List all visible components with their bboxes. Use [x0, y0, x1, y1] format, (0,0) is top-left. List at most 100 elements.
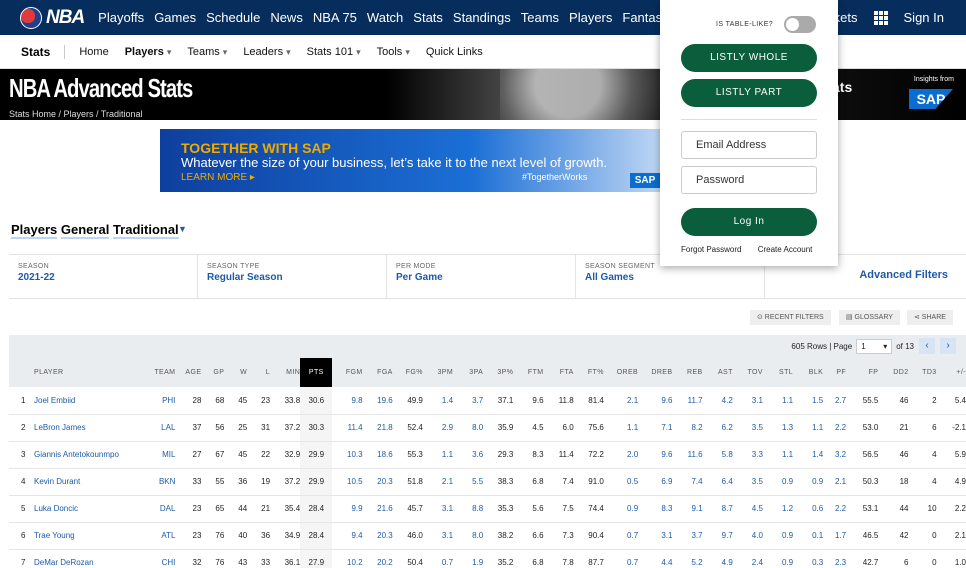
- page-select[interactable]: 1 ▾: [856, 338, 893, 354]
- prev-page-button[interactable]: ‹: [919, 338, 935, 354]
- stat-cell-3pa[interactable]: 3.7: [453, 387, 484, 415]
- column-header-fg-[interactable]: FG%: [393, 358, 423, 387]
- subnav-item-leaders[interactable]: Leaders ▾: [243, 46, 290, 58]
- stat-cell-oreb[interactable]: 0.9: [603, 495, 639, 523]
- apps-grid-icon[interactable]: [873, 10, 888, 25]
- share-button[interactable]: ⋖ SHARE: [907, 310, 953, 325]
- stat-cell-tov[interactable]: 3.5: [732, 414, 763, 442]
- stat-cell-team[interactable]: BKN: [141, 468, 176, 496]
- stat-cell-fga[interactable]: 20.3: [362, 522, 393, 550]
- top-nav-item-schedule[interactable]: Schedule: [206, 10, 260, 25]
- stat-cell-ast[interactable]: 6.4: [702, 468, 733, 496]
- stat-cell-oreb[interactable]: 0.7: [603, 549, 639, 568]
- stat-cell-reb[interactable]: 11.7: [672, 387, 703, 415]
- top-nav-item-nba-75[interactable]: NBA 75: [313, 10, 357, 25]
- stat-cell-blk[interactable]: 0.9: [793, 468, 824, 496]
- subnav-item-tools[interactable]: Tools ▾: [377, 46, 410, 58]
- stat-cell-fgm[interactable]: 11.4: [332, 414, 363, 442]
- stat-cell-ast[interactable]: 9.7: [702, 522, 733, 550]
- player-name-link[interactable]: LeBron James: [34, 423, 86, 432]
- stat-cell-pf[interactable]: 2.3: [823, 549, 847, 568]
- stat-cell-reb[interactable]: 9.1: [672, 495, 703, 523]
- stats-brand[interactable]: Stats: [21, 44, 66, 59]
- stat-cell-stl[interactable]: 0.9: [762, 549, 794, 568]
- stat-cell-ast[interactable]: 4.2: [702, 387, 733, 415]
- stat-cell-3pm[interactable]: 2.9: [422, 414, 454, 442]
- column-header-gp[interactable]: GP: [201, 358, 224, 387]
- listly-whole-button[interactable]: LISTLY WHOLE: [681, 44, 817, 72]
- sap-ad[interactable]: TOGETHER WITH SAP Whatever the size of y…: [160, 129, 680, 192]
- stat-cell-3pm[interactable]: 0.7: [422, 549, 454, 568]
- column-header-min[interactable]: MIN: [270, 358, 300, 387]
- stat-cell-oreb[interactable]: 2.0: [603, 441, 639, 469]
- subnav-item-players[interactable]: Players ▾: [125, 46, 172, 58]
- player-name-link[interactable]: Luka Doncic: [34, 504, 78, 513]
- stat-cell-fga[interactable]: 20.2: [362, 549, 393, 568]
- stat-cell-ast[interactable]: 4.9: [702, 549, 733, 568]
- column-header-w[interactable]: W: [224, 358, 247, 387]
- column-header-team[interactable]: TEAM: [141, 358, 175, 387]
- sign-in-link[interactable]: Sign In: [904, 10, 944, 25]
- stat-cell-dreb[interactable]: 9.6: [638, 441, 673, 469]
- column-header-stl[interactable]: STL: [763, 358, 793, 387]
- column-header-player[interactable]: PLAYER: [9, 358, 141, 387]
- recent-filters-button[interactable]: ⊙ RECENT FILTERS: [750, 310, 831, 325]
- subnav-item-home[interactable]: Home: [79, 46, 108, 58]
- column-header-td3[interactable]: TD3: [909, 358, 937, 387]
- stat-cell-team[interactable]: CHI: [141, 549, 176, 568]
- title-dropdown-caret-icon[interactable]: ▼: [178, 224, 187, 234]
- top-nav-item-games[interactable]: Games: [154, 10, 196, 25]
- column-header-fta[interactable]: FTA: [544, 358, 574, 387]
- stat-cell-3pa[interactable]: 5.5: [453, 468, 484, 496]
- stat-cell-team[interactable]: ATL: [141, 522, 176, 550]
- stat-cell-pf[interactable]: 3.2: [823, 441, 847, 469]
- top-nav-item-standings[interactable]: Standings: [453, 10, 511, 25]
- stat-cell-3pa[interactable]: 8.0: [453, 522, 484, 550]
- forgot-password-link[interactable]: Forgot Password: [681, 245, 741, 254]
- player-name-link[interactable]: DeMar DeRozan: [34, 558, 94, 567]
- ad-learn-more[interactable]: LEARN MORE ▸: [181, 172, 255, 183]
- player-name-link[interactable]: Giannis Antetokounmpo: [34, 450, 119, 459]
- stat-cell-pf[interactable]: 2.1: [823, 468, 847, 496]
- column-header-l[interactable]: L: [247, 358, 270, 387]
- stat-cell-fgm[interactable]: 9.9: [332, 495, 363, 523]
- top-nav-item-news[interactable]: News: [270, 10, 303, 25]
- listly-part-button[interactable]: LISTLY PART: [681, 79, 817, 107]
- stat-cell-oreb[interactable]: 0.5: [603, 468, 639, 496]
- stat-cell-dreb[interactable]: 9.6: [638, 387, 673, 415]
- breadcrumb[interactable]: Stats Home / Players / Traditional: [9, 109, 143, 119]
- stat-cell-reb[interactable]: 5.2: [672, 549, 703, 568]
- column-header-blk[interactable]: BLK: [793, 358, 823, 387]
- stat-cell-reb[interactable]: 3.7: [672, 522, 703, 550]
- stat-cell-tov[interactable]: 3.1: [732, 387, 763, 415]
- stat-cell-3pm[interactable]: 3.1: [422, 495, 454, 523]
- stat-cell-blk[interactable]: 1.1: [793, 414, 824, 442]
- stat-cell-pf[interactable]: 2.2: [823, 495, 847, 523]
- stat-cell-oreb[interactable]: 2.1: [603, 387, 639, 415]
- stat-cell-fgm[interactable]: 9.4: [332, 522, 363, 550]
- stat-cell-team[interactable]: PHI: [141, 387, 176, 415]
- column-header-fp[interactable]: FP: [846, 358, 878, 387]
- column-header-age[interactable]: AGE: [175, 358, 201, 387]
- stat-cell-fgm[interactable]: 10.3: [332, 441, 363, 469]
- stat-cell-ast[interactable]: 8.7: [702, 495, 733, 523]
- top-nav-item-teams[interactable]: Teams: [521, 10, 559, 25]
- subnav-item-stats-101[interactable]: Stats 101 ▾: [307, 46, 361, 58]
- subnav-item-teams[interactable]: Teams ▾: [187, 46, 227, 58]
- stat-cell-blk[interactable]: 0.3: [793, 549, 824, 568]
- stat-cell-ast[interactable]: 6.2: [702, 414, 733, 442]
- stat-cell-stl[interactable]: 1.3: [762, 414, 794, 442]
- column-header-fgm[interactable]: FGM: [332, 358, 362, 387]
- stat-cell-tov[interactable]: 4.0: [732, 522, 763, 550]
- stat-cell-pf[interactable]: 1.7: [823, 522, 847, 550]
- column-header-3pm[interactable]: 3PM: [423, 358, 453, 387]
- stat-cell-fga[interactable]: 20.3: [362, 468, 393, 496]
- stat-cell-fgm[interactable]: 9.8: [332, 387, 363, 415]
- stat-cell-team[interactable]: LAL: [141, 414, 176, 442]
- stat-cell-tov[interactable]: 2.4: [732, 549, 763, 568]
- stat-cell-ast[interactable]: 5.8: [702, 441, 733, 469]
- stat-cell-3pa[interactable]: 1.9: [453, 549, 484, 568]
- filter-per-mode[interactable]: PER MODE Per Game: [387, 255, 576, 298]
- stat-cell-blk[interactable]: 0.1: [793, 522, 824, 550]
- column-header--[interactable]: +/-: [937, 358, 966, 387]
